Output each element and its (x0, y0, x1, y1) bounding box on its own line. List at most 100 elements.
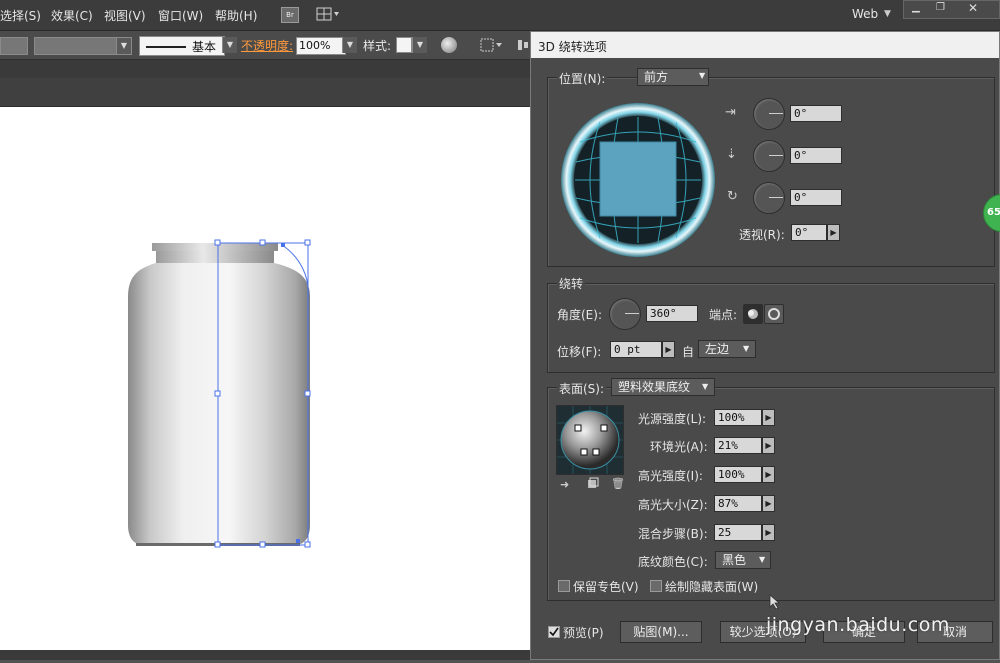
stroke-profile-dropdown[interactable]: 基本 (139, 36, 225, 56)
angle-knob[interactable] (609, 298, 641, 330)
menu-effect[interactable]: 效果(C) (51, 7, 93, 24)
mouse-cursor-icon (769, 594, 781, 610)
badge-count: 65 (983, 194, 1000, 232)
rotate-z-knob[interactable] (753, 182, 785, 214)
floating-badge[interactable]: 65 (983, 194, 1000, 232)
style-label: 样式: (363, 39, 392, 53)
watermark-text: jingyan.baidu.com (766, 614, 950, 636)
new-light-icon[interactable] (587, 477, 599, 489)
preview-checkbox[interactable] (548, 626, 560, 638)
stroke-profile-label: 基本 (192, 40, 217, 54)
offset-input[interactable]: 0 pt (610, 341, 662, 358)
surface-label: 表面(S): (557, 380, 607, 397)
rotate-y-input[interactable]: 0° (790, 147, 842, 164)
opacity-input[interactable]: 100% (296, 37, 346, 55)
align-icon[interactable] (480, 38, 504, 52)
menu-select[interactable]: 选择(S) (0, 7, 41, 24)
surface-dropdown-arrow-icon[interactable]: ▼ (702, 382, 708, 391)
highlight-size-label: 高光大小(Z): (638, 498, 708, 512)
rotate-x-knob[interactable] (753, 98, 785, 130)
style-swatch[interactable] (396, 37, 412, 53)
highlight-intensity-arrow-icon[interactable]: ▶ (762, 466, 775, 483)
anchor-point-bottom[interactable] (296, 539, 300, 543)
light-intensity-label: 光源强度(L): (638, 412, 707, 426)
draw-hidden-faces-label: 绘制隐藏表面(W) (665, 580, 759, 594)
position-dropdown-arrow-icon[interactable]: ▼ (699, 71, 705, 80)
rotate-x-input[interactable]: 0° (790, 105, 842, 122)
surface-dropdown[interactable]: 塑料效果底纹 (611, 378, 715, 396)
light-intensity-input[interactable]: 100% (714, 409, 762, 426)
document-tab-strip (0, 60, 530, 78)
shade-color-arrow-icon[interactable]: ▼ (759, 555, 765, 564)
stroke-weight-dropdown[interactable]: ▼ (34, 37, 132, 55)
opacity-arrow-icon[interactable]: ▼ (342, 37, 357, 53)
close-window-icon[interactable]: ✕ (968, 1, 978, 15)
artboard[interactable] (0, 107, 530, 660)
light-intensity-arrow-icon[interactable]: ▶ (762, 409, 775, 426)
arrange-documents-icon[interactable] (316, 7, 340, 21)
ambient-light-label: 环境光(A): (650, 440, 708, 454)
anchor-point[interactable] (281, 243, 285, 247)
angle-input[interactable]: 360° (646, 305, 698, 322)
highlight-intensity-label: 高光强度(I): (638, 469, 703, 483)
cap-off-button[interactable] (764, 304, 784, 324)
bridge-icon[interactable]: Br (281, 7, 299, 23)
stroke-weight-arrow-icon[interactable]: ▼ (116, 38, 131, 54)
transform-icon[interactable] (517, 38, 529, 52)
preserve-spot-checkbox[interactable] (558, 580, 570, 592)
restore-icon[interactable]: ❐ (936, 2, 945, 13)
move-light-back-icon[interactable]: ➜ (560, 478, 576, 491)
offset-from-arrow-icon[interactable]: ▼ (743, 344, 749, 353)
revolve-options-dialog: 3D 绕转选项 位置(N): 前方 ▼ ⇥ 0° ⇣ 0° ↻ 0° 透视(R)… (530, 31, 1000, 660)
rotate-z-input[interactable]: 0° (790, 189, 842, 206)
rotate-y-knob[interactable] (753, 140, 785, 172)
revolve-group (547, 283, 995, 373)
menu-bar: 选择(S) 效果(C) 视图(V) 窗口(W) 帮助(H) Br Web ▼ ▁… (0, 0, 1000, 31)
jar-neck (156, 251, 274, 263)
angle-label: 角度(E): (557, 308, 602, 322)
draw-hidden-faces-checkbox[interactable] (650, 580, 662, 592)
preserve-spot-label: 保留专色(V) (573, 580, 639, 594)
recolor-artwork-icon[interactable] (441, 37, 457, 53)
ruler-area (0, 78, 530, 107)
blend-steps-label: 混合步骤(B): (638, 527, 708, 541)
cap-on-button[interactable] (743, 304, 763, 324)
rotate-y-axis-icon: ⇣ (726, 147, 737, 162)
track-cube-preview[interactable] (560, 102, 716, 258)
rotate-z-axis-icon: ↻ (727, 189, 738, 204)
perspective-input[interactable]: 0° (791, 224, 827, 241)
menu-window[interactable]: 窗口(W) (158, 7, 203, 24)
jar-artwork[interactable] (0, 107, 530, 660)
status-bar (0, 650, 530, 660)
menu-help[interactable]: 帮助(H) (215, 7, 257, 24)
fill-dropdown[interactable] (0, 37, 28, 55)
rotate-x-axis-icon: ⇥ (725, 105, 736, 120)
opacity-label[interactable]: 不透明度: (241, 37, 293, 54)
map-art-button[interactable]: 贴图(M)... (620, 621, 702, 643)
stroke-line-preview (146, 46, 186, 48)
perspective-slider-arrow-icon[interactable]: ▶ (827, 224, 840, 241)
highlight-size-arrow-icon[interactable]: ▶ (762, 495, 775, 512)
window-controls: ▁ ❐ ✕ (903, 0, 1000, 19)
shade-color-label: 底纹颜色(C): (638, 555, 708, 569)
menu-view[interactable]: 视图(V) (104, 7, 146, 24)
blend-steps-input[interactable]: 25 (714, 524, 762, 541)
offset-from-label: 自 (682, 345, 695, 359)
ambient-light-input[interactable]: 21% (714, 437, 762, 454)
minimize-icon[interactable]: ▁ (912, 2, 920, 13)
workspace-chevron-icon[interactable]: ▼ (884, 9, 891, 19)
dialog-title-bar[interactable]: 3D 绕转选项 (531, 32, 999, 58)
highlight-intensity-input[interactable]: 100% (714, 466, 762, 483)
stroke-profile-arrow-icon[interactable]: ▼ (222, 37, 237, 53)
lighting-sphere-preview[interactable] (556, 405, 624, 475)
style-arrow-icon[interactable]: ▼ (412, 37, 427, 53)
offset-label: 位移(F): (557, 345, 602, 359)
ambient-light-arrow-icon[interactable]: ▶ (762, 437, 775, 454)
delete-light-icon[interactable]: 🗑 (611, 477, 625, 490)
highlight-size-input[interactable]: 87% (714, 495, 762, 512)
position-label: 位置(N): (557, 70, 608, 87)
blend-steps-arrow-icon[interactable]: ▶ (762, 524, 775, 541)
offset-slider-arrow-icon[interactable]: ▶ (662, 341, 675, 358)
dialog-title: 3D 绕转选项 (538, 40, 607, 54)
workspace-switcher[interactable]: Web (852, 7, 878, 21)
